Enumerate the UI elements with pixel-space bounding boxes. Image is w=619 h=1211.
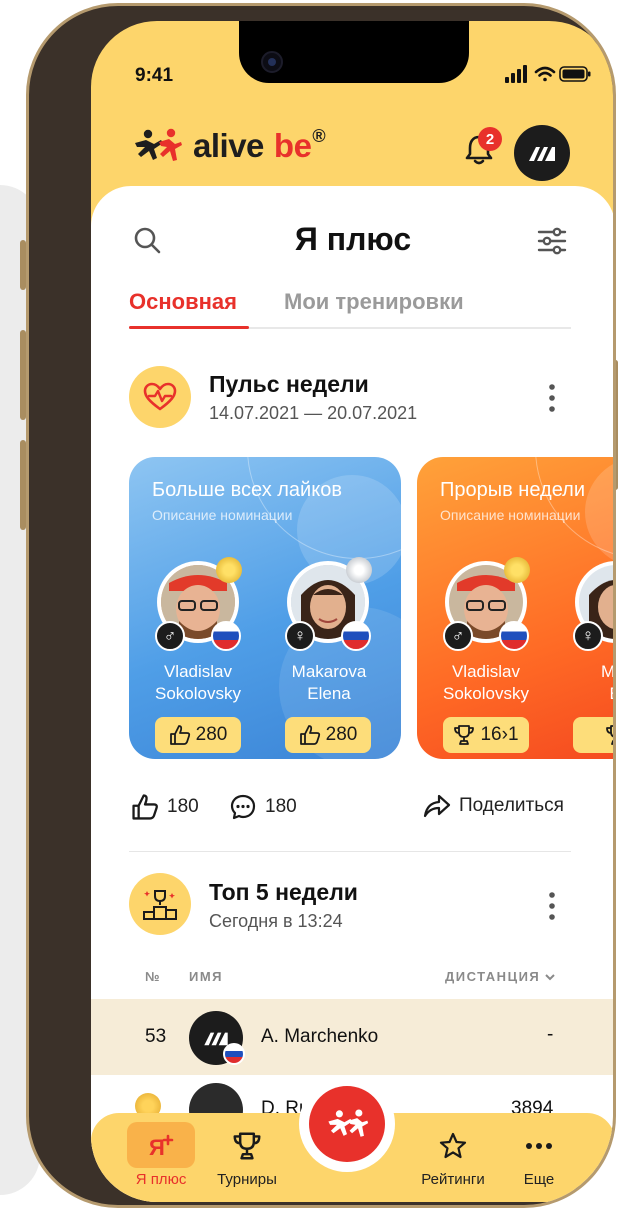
- share-button[interactable]: Поделиться: [423, 793, 564, 819]
- female-icon: ♀: [285, 621, 315, 651]
- russia-flag-icon: [223, 1043, 245, 1065]
- chevron-down-icon: [545, 973, 555, 980]
- russia-flag-icon: [211, 621, 241, 651]
- tab-my-workouts[interactable]: Мои тренировки: [284, 289, 464, 315]
- brand-logo: alive be ®: [131, 121, 326, 171]
- row-rank: 53: [145, 1026, 167, 1047]
- column-header-number: №: [145, 969, 161, 984]
- card-title: Больше всех лайков: [152, 479, 342, 501]
- row-name: A. Marchenko: [261, 1026, 379, 1047]
- share-icon: [423, 794, 451, 818]
- male-icon: ♂: [155, 621, 185, 651]
- likes-counter[interactable]: 180: [131, 793, 199, 821]
- brand-word-alive: alive: [193, 127, 264, 164]
- signal-icon: [505, 65, 527, 83]
- pulse-date-range: 14.07.2021 — 20.07.2021: [209, 403, 418, 423]
- person-plus-icon: Я: [149, 1134, 174, 1160]
- rank-pill: 16›1: [443, 717, 529, 753]
- star-icon: [439, 1132, 467, 1159]
- nominee-name: Vladislav Sokolovsky: [443, 662, 529, 703]
- nomination-card-breakthrough[interactable]: Прорыв недели Описание номинации ♂ Vladi…: [417, 457, 615, 759]
- tab-main[interactable]: Основная: [129, 289, 237, 315]
- runners-logo-icon: [135, 128, 182, 161]
- section-divider: [129, 851, 571, 852]
- user-monogram-icon: [529, 147, 555, 161]
- comments-counter[interactable]: 180: [229, 793, 297, 821]
- user-monogram-icon: [204, 1032, 228, 1046]
- rank-pill: [573, 717, 613, 753]
- nav-item-ratings[interactable]: Рейтинги: [413, 1121, 493, 1188]
- trophy-icon: [233, 1132, 261, 1160]
- brand-registered-mark: ®: [312, 125, 326, 146]
- top5-more-icon[interactable]: [549, 891, 555, 921]
- phone-frame: 9:41 alive be ® 2 Я плюс Основная Мои тр…: [26, 3, 616, 1208]
- phone-screen: 9:41 alive be ® 2 Я плюс Основная Мои тр…: [91, 21, 615, 1202]
- wifi-icon: [534, 66, 556, 82]
- like-icon: [299, 725, 320, 745]
- trophy-icon: [606, 725, 613, 745]
- top5-subtitle: Сегодня в 13:24: [209, 911, 343, 931]
- status-time: 9:41: [135, 65, 174, 86]
- pulse-more-icon[interactable]: [549, 383, 555, 413]
- card-description: Описание номинации: [440, 507, 581, 523]
- podium-icon: [143, 890, 177, 920]
- top5-title: Топ 5 недели: [209, 879, 358, 905]
- nominee-name: Makarova Elena: [291, 662, 367, 703]
- like-icon: [169, 725, 190, 745]
- card-description: Описание номинации: [152, 507, 293, 523]
- gold-medal-icon: [216, 557, 242, 583]
- profile-avatar[interactable]: [514, 125, 570, 181]
- likes-pill: 280: [285, 717, 371, 753]
- nav-item-tournaments[interactable]: Турниры: [207, 1121, 287, 1188]
- russia-flag-icon: [341, 621, 371, 651]
- nominee-name: MakEl: [600, 662, 615, 703]
- column-header-name: ИМЯ: [189, 969, 224, 984]
- male-icon: ♂: [443, 621, 473, 651]
- card-title: Прорыв недели: [440, 479, 585, 501]
- notification-badge: 2: [478, 127, 502, 151]
- trophy-icon: [454, 725, 475, 745]
- top5-section-icon-wrap: [129, 873, 191, 935]
- pulse-section-icon-wrap: [129, 366, 191, 428]
- row-distance: -: [547, 1024, 554, 1045]
- nav-item-more[interactable]: Еще: [499, 1121, 579, 1188]
- column-header-distance[interactable]: ДИСТАНЦИЯ: [445, 969, 556, 984]
- front-camera: [261, 51, 283, 73]
- start-workout-button[interactable]: [309, 1086, 385, 1162]
- female-icon: ♀: [573, 621, 603, 651]
- battery-icon: [559, 66, 591, 82]
- gold-medal-icon: [504, 557, 530, 583]
- silver-medal-icon: [346, 557, 372, 583]
- likes-pill: 280: [155, 717, 241, 753]
- russia-flag-icon: [499, 621, 529, 651]
- runners-icon: [328, 1109, 369, 1137]
- nominee-name: Vladislav Sokolovsky: [155, 662, 241, 703]
- svg-text:Я: Я: [149, 1135, 165, 1160]
- status-icons: [505, 65, 591, 83]
- brand-word-be: be: [273, 127, 312, 164]
- like-icon: [132, 794, 158, 820]
- more-icon: [526, 1143, 552, 1149]
- filter-icon[interactable]: [537, 226, 567, 256]
- nomination-card-likes[interactable]: Больше всех лайков Описание номинации ♂ …: [129, 457, 401, 759]
- comment-icon: [230, 794, 256, 820]
- active-tab-indicator: [129, 326, 249, 329]
- heart-pulse-icon: [143, 382, 177, 411]
- nav-item-me-plus[interactable]: Я Я плюс: [121, 1121, 201, 1188]
- pulse-section-title: Пульс недели: [209, 371, 369, 397]
